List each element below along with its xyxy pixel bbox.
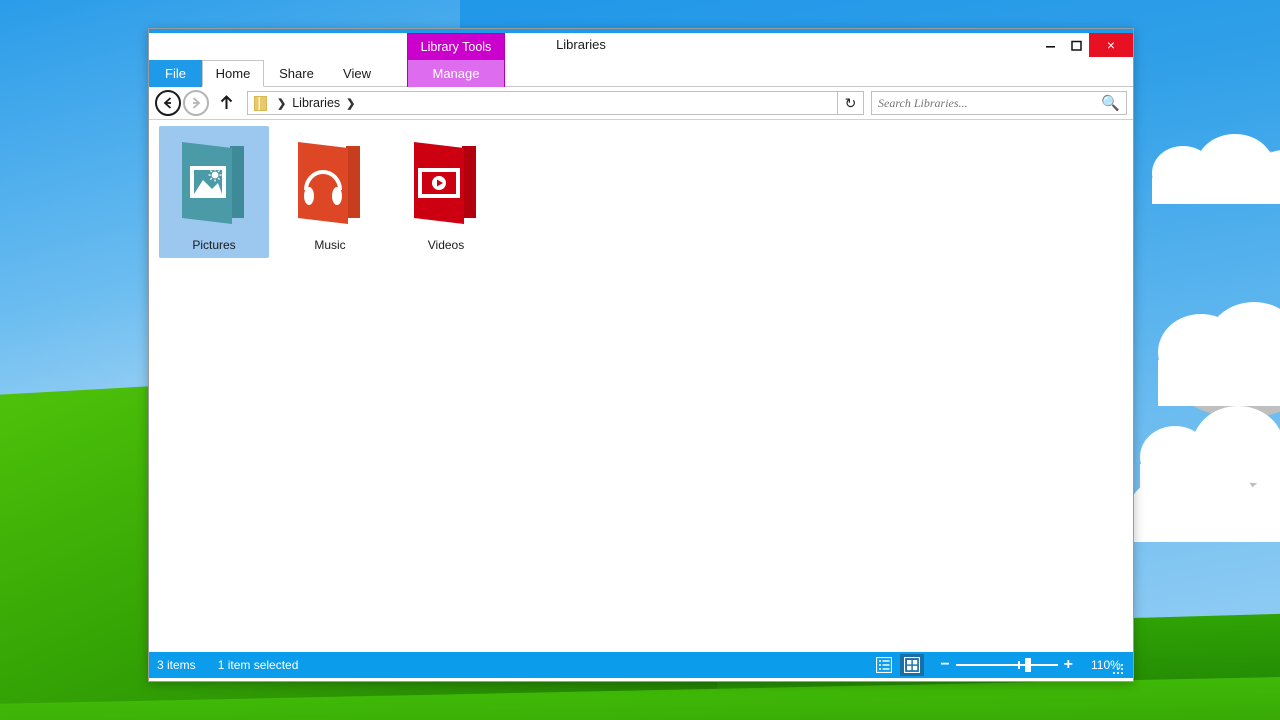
file-explorer-window: Libraries × Library Tools File Home Shar… (148, 28, 1134, 682)
file-list-area[interactable]: Pictures Music Videos (149, 120, 1133, 652)
status-selection: 1 item selected (217, 658, 299, 672)
zoom-slider-thumb[interactable] (1024, 658, 1031, 672)
music-library-icon (290, 132, 370, 232)
breadcrumb-libraries[interactable]: Libraries (292, 96, 340, 110)
details-view-button[interactable] (872, 654, 896, 676)
search-icon[interactable]: 🔍 (1101, 94, 1120, 112)
list-item-videos[interactable]: Videos (391, 126, 501, 258)
window-controls: × (1037, 33, 1133, 60)
tab-home[interactable]: Home (202, 60, 264, 87)
tab-share[interactable]: Share (264, 60, 329, 87)
address-bar: ❯ Libraries ❯ ↻ 🔍 (149, 87, 1133, 120)
list-item-music[interactable]: Music (275, 126, 385, 258)
window-title: Libraries (556, 37, 606, 52)
up-button[interactable] (215, 90, 237, 116)
status-bar: 3 items 1 item selected − + 110% (149, 652, 1133, 678)
zoom-in-button[interactable]: + (1058, 656, 1079, 674)
contextual-tab-group-label: Library Tools (407, 33, 505, 60)
breadcrumb-separator-libraries[interactable]: ❯ (346, 97, 355, 110)
title-bar: Libraries × (149, 33, 1133, 60)
zoom-slider-track[interactable] (955, 658, 1058, 672)
zoom-slider-line (955, 664, 1058, 666)
icon-grid: Pictures Music Videos (153, 126, 1129, 258)
refresh-icon[interactable]: ↻ (838, 91, 864, 115)
icons-view-button[interactable] (900, 654, 925, 676)
list-item-label: Pictures (192, 238, 236, 252)
library-folder-icon (254, 95, 267, 111)
tab-view[interactable]: View (329, 60, 385, 87)
close-button[interactable]: × (1089, 33, 1133, 57)
resize-grip[interactable] (1113, 664, 1125, 676)
status-bar-right: − + 110% (872, 652, 1127, 678)
forward-button[interactable] (183, 90, 209, 116)
search-box[interactable]: 🔍 (871, 91, 1127, 115)
breadcrumb[interactable]: ❯ Libraries ❯ (247, 91, 838, 115)
pictures-library-icon (174, 132, 254, 232)
zoom-out-button[interactable]: − (934, 656, 955, 674)
zoom-slider-tick (1017, 661, 1020, 669)
ribbon-tab-strip: Library Tools File Home Share View Manag… (149, 33, 1133, 87)
breadcrumb-separator-root[interactable]: ❯ (277, 97, 286, 110)
list-item-label: Music (314, 238, 346, 252)
status-item-count: 3 items (157, 658, 196, 672)
list-item-pictures[interactable]: Pictures (159, 126, 269, 258)
back-button[interactable] (155, 90, 181, 116)
list-item-label: Videos (427, 238, 465, 252)
search-input[interactable] (878, 95, 1102, 111)
minimize-button[interactable] (1037, 33, 1063, 57)
videos-library-icon (406, 132, 486, 232)
tab-manage[interactable]: Manage (407, 60, 505, 87)
cloud-top (1150, 130, 1280, 210)
zoom-slider[interactable]: − + (934, 656, 1079, 674)
tab-file[interactable]: File (149, 60, 202, 87)
maximize-button[interactable] (1063, 33, 1089, 57)
